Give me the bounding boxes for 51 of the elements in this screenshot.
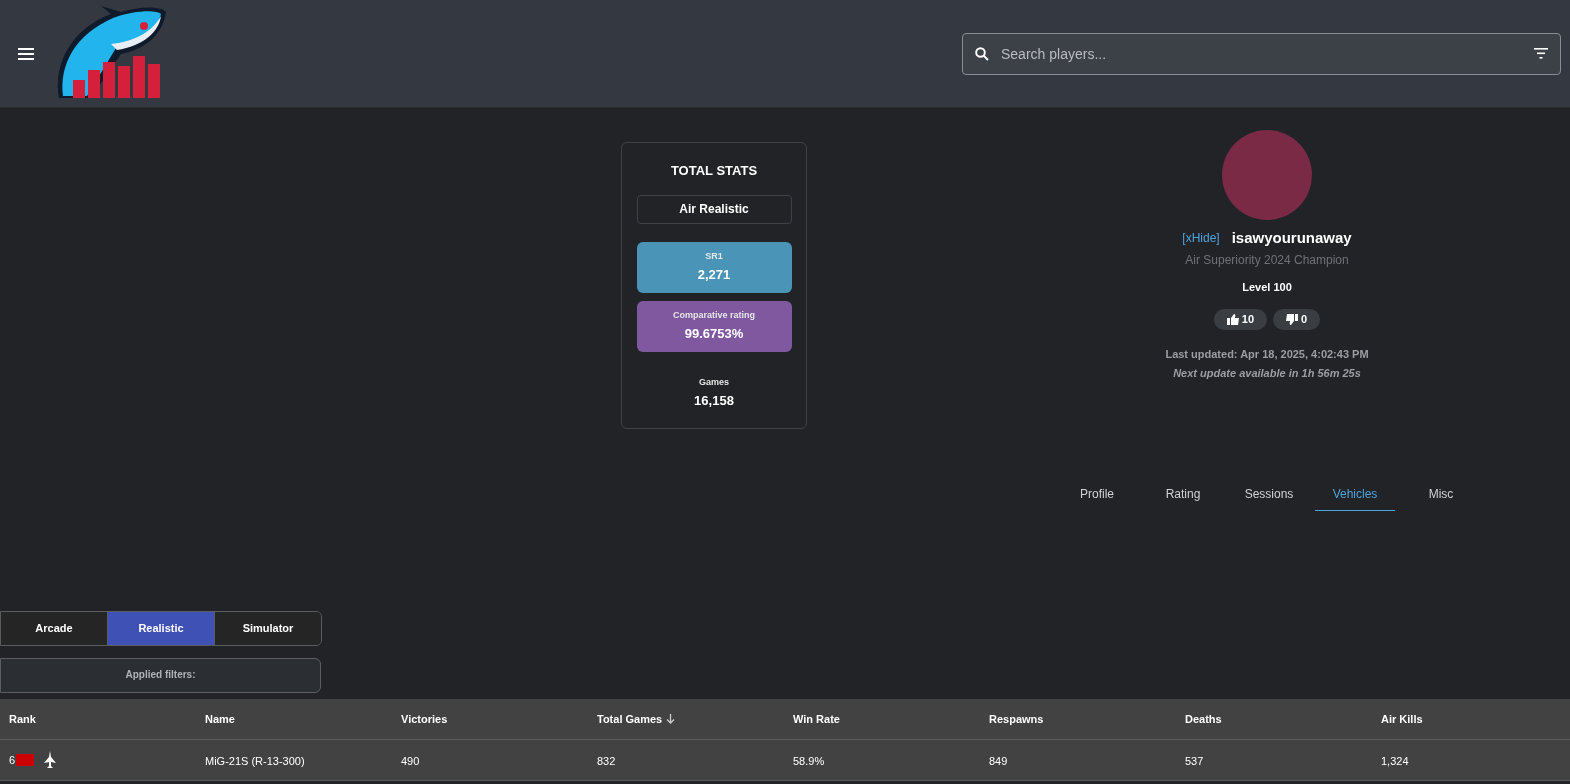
clan-tag-link[interactable]: [xHide] bbox=[1182, 229, 1220, 248]
column-header[interactable]: Respawns bbox=[989, 710, 1044, 728]
stat-label: Games bbox=[699, 375, 729, 389]
mode-label: Air Realistic bbox=[636, 194, 792, 224]
rank-value: 6 bbox=[9, 752, 16, 768]
stat-value: 99.6753% bbox=[684, 325, 744, 343]
table-cell: 537 bbox=[1185, 755, 1204, 767]
stat-label: SR1 bbox=[705, 249, 723, 263]
sort-arrow-icon bbox=[666, 714, 676, 724]
filter-icon[interactable] bbox=[1534, 48, 1548, 59]
stat-value: 2,271 bbox=[697, 266, 731, 284]
stat-label: Comparative rating bbox=[673, 308, 755, 322]
column-header[interactable]: Air Kills bbox=[1381, 710, 1423, 728]
dislike-button[interactable]: 0 bbox=[1273, 309, 1321, 330]
flag-icon bbox=[16, 754, 35, 766]
tab[interactable]: Sessions bbox=[1229, 477, 1309, 511]
player-name: isawyourunaway bbox=[1231, 228, 1352, 248]
player-level: Level 100 bbox=[1242, 279, 1292, 295]
thumbs-up-icon bbox=[1226, 314, 1239, 325]
mode-toggle[interactable]: Realistic bbox=[107, 612, 214, 645]
thumbs-down-icon bbox=[1286, 314, 1299, 325]
search-input: Search players... bbox=[1001, 43, 1522, 64]
last-updated-text: Last updated: Apr 18, 2025, 4:02:43 PM bbox=[1165, 347, 1369, 362]
search-icon bbox=[975, 46, 989, 61]
table-cell: 1,324 bbox=[1381, 755, 1409, 767]
next-update-text: Next update available in 1h 56m 25s bbox=[1173, 365, 1361, 381]
column-header[interactable]: Total Games bbox=[597, 710, 676, 728]
mode-toggle[interactable]: Simulator bbox=[214, 612, 321, 645]
table-cell: 58.9% bbox=[793, 755, 825, 767]
tab[interactable]: Profile bbox=[1057, 477, 1137, 511]
player-title: Air Superiority 2024 Champion bbox=[1185, 251, 1349, 269]
table-cell: 832 bbox=[597, 755, 616, 767]
like-button[interactable]: 10 bbox=[1213, 309, 1268, 330]
column-header[interactable]: Name bbox=[205, 710, 235, 728]
table-cell: 849 bbox=[989, 755, 1008, 767]
applied-filters-label: Applied filters: bbox=[125, 668, 196, 680]
column-header[interactable]: Rank bbox=[9, 710, 36, 728]
table-cell: MiG-21S (R-13-300) bbox=[205, 755, 305, 767]
table-cell: 490 bbox=[401, 755, 420, 767]
column-header[interactable]: Win Rate bbox=[793, 710, 840, 728]
menu-icon[interactable] bbox=[18, 47, 34, 60]
column-header[interactable]: Victories bbox=[401, 710, 448, 728]
tab[interactable]: Misc bbox=[1401, 477, 1481, 511]
tab[interactable]: Vehicles bbox=[1315, 477, 1395, 511]
column-header[interactable]: Deaths bbox=[1185, 710, 1222, 728]
search-field[interactable]: Search players... bbox=[962, 32, 1561, 75]
stat-value: 16,158 bbox=[694, 392, 734, 410]
mode-toggle[interactable]: Arcade bbox=[1, 612, 107, 645]
card-title: TOTAL STATS bbox=[670, 162, 758, 180]
tab[interactable]: Rating bbox=[1143, 477, 1223, 511]
jet-icon bbox=[44, 751, 57, 769]
